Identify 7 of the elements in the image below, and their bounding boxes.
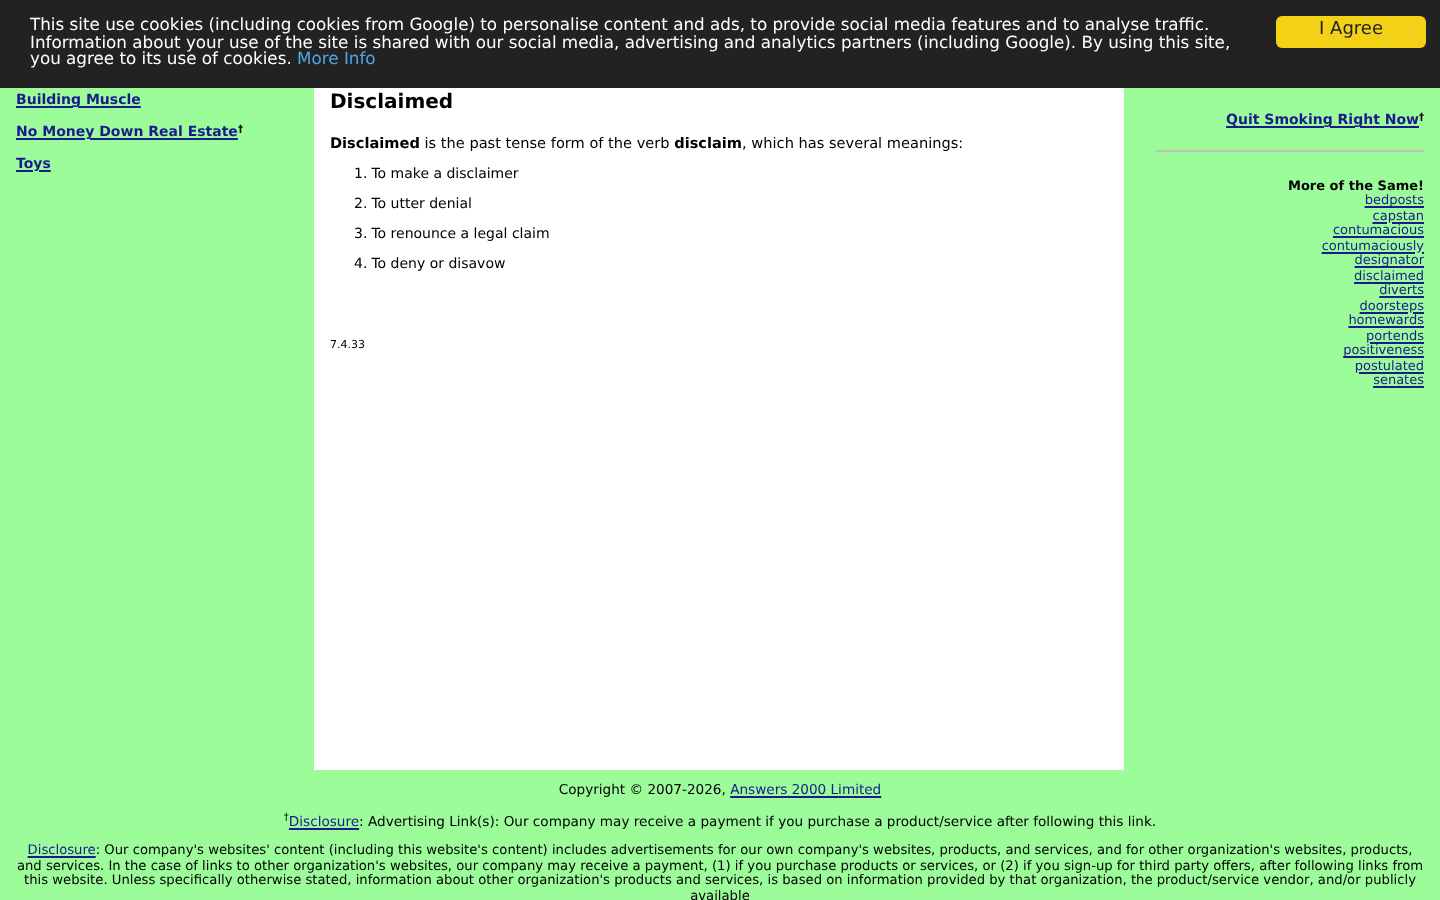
cookie-message: This site use cookies (including cookies from Google) to personalise content and ads, to provide social media features and to analyse traffic. Information about your use of the site is shared with our social media, advertising and analytics partners (including Google). By using this site, you agree to its use of cookies. More Info bbox=[30, 16, 1233, 67]
dagger-mark: † bbox=[283, 812, 289, 824]
agree-button[interactable]: I Agree bbox=[1276, 16, 1426, 48]
more-info-link[interactable]: More Info bbox=[297, 48, 376, 68]
article-title: Disclaimed bbox=[330, 92, 456, 116]
dagger-mark: † bbox=[1419, 111, 1424, 123]
dagger-mark: † bbox=[237, 123, 243, 135]
